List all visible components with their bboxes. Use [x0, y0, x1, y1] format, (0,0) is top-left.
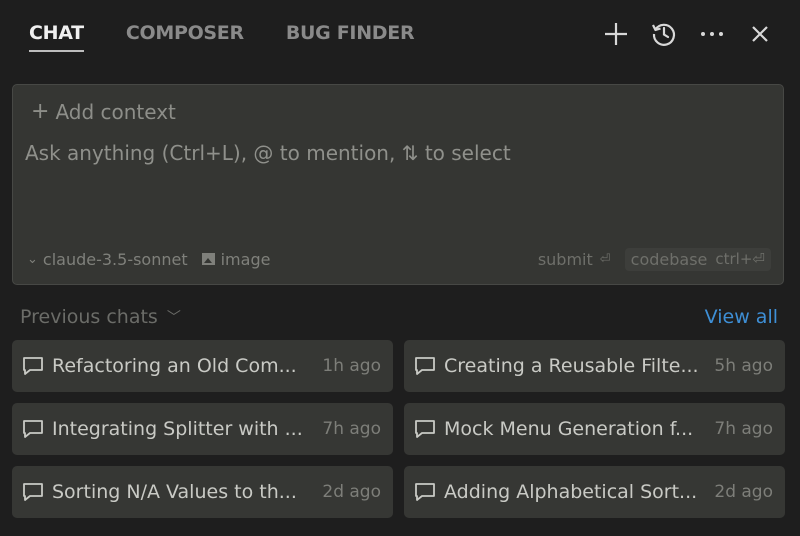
close-button[interactable]	[746, 17, 774, 51]
chat-timestamp: 1h ago	[322, 356, 381, 376]
chat-timestamp: 2d ago	[714, 482, 773, 502]
chat-title: Mock Menu Generation f...	[444, 418, 694, 440]
panel-header: CHAT COMPOSER BUG FINDER	[0, 0, 800, 72]
new-chat-button[interactable]	[602, 17, 630, 51]
return-key-icon: ⏎	[599, 251, 611, 267]
codebase-button[interactable]: codebase ctrl+⏎	[624, 247, 771, 271]
codebase-shortcut: ctrl+⏎	[715, 250, 765, 268]
chat-title: Creating a Reusable Filte...	[444, 355, 699, 377]
image-label: image	[220, 249, 271, 269]
add-context-button[interactable]: + Add context	[31, 100, 176, 124]
chat-item[interactable]: Sorting N/A Values to th... 2d ago	[12, 466, 393, 518]
chat-panel: CHAT COMPOSER BUG FINDER + Add context A…	[0, 0, 800, 536]
tab-bug-finder[interactable]: BUG FINDER	[286, 22, 415, 52]
view-all-link[interactable]: View all	[705, 306, 778, 328]
message-icon	[23, 357, 43, 375]
previous-chats-header: Previous chats ﹀ View all	[20, 303, 778, 331]
chat-item[interactable]: Refactoring an Old Com... 1h ago	[12, 340, 393, 392]
model-select[interactable]: ⌄ claude-3.5-sonnet	[27, 250, 188, 269]
chevron-down-icon: ⌄	[27, 251, 38, 267]
image-icon	[201, 253, 215, 265]
image-button[interactable]: image	[201, 249, 271, 269]
chat-timestamp: 5h ago	[714, 356, 773, 376]
model-label: claude-3.5-sonnet	[42, 249, 188, 269]
message-icon	[23, 420, 43, 438]
previous-chats-toggle[interactable]: Previous chats ﹀	[20, 306, 181, 328]
chat-item[interactable]: Creating a Reusable Filte... 5h ago	[404, 340, 785, 392]
message-icon	[415, 483, 435, 501]
chat-item[interactable]: Adding Alphabetical Sort... 2d ago	[404, 466, 785, 518]
prompt-input[interactable]: Ask anything (Ctrl+L), @ to mention, ⇅ t…	[25, 141, 765, 165]
tab-chat[interactable]: CHAT	[29, 22, 84, 52]
message-icon	[415, 357, 435, 375]
close-icon	[752, 26, 768, 42]
submit-label: submit	[537, 249, 593, 269]
chat-title: Refactoring an Old Com...	[52, 355, 297, 377]
history-icon	[652, 23, 676, 46]
tab-bar: CHAT COMPOSER BUG FINDER	[29, 22, 415, 52]
history-button[interactable]	[650, 17, 678, 51]
chat-title: Adding Alphabetical Sort...	[444, 481, 698, 503]
plus-icon	[605, 23, 627, 45]
codebase-label: codebase	[630, 249, 708, 269]
chat-input-panel: + Add context Ask anything (Ctrl+L), @ t…	[12, 84, 784, 285]
message-icon	[23, 483, 43, 501]
plus-icon: +	[31, 99, 50, 124]
chat-title: Sorting N/A Values to th...	[52, 481, 297, 503]
chat-title: Integrating Splitter with ...	[52, 418, 303, 440]
chat-item[interactable]: Mock Menu Generation f... 7h ago	[404, 403, 785, 455]
header-actions	[602, 17, 774, 51]
input-footer: ⌄ claude-3.5-sonnet image submit ⏎ codeb…	[27, 246, 771, 272]
tab-composer[interactable]: COMPOSER	[126, 22, 244, 52]
more-options-button[interactable]	[698, 17, 726, 51]
submit-button[interactable]: submit ⏎	[538, 250, 611, 269]
chat-timestamp: 7h ago	[322, 419, 381, 439]
chat-item[interactable]: Integrating Splitter with ... 7h ago	[12, 403, 393, 455]
more-icon	[701, 32, 723, 36]
previous-chats-title: Previous chats	[20, 306, 158, 328]
add-context-label: Add context	[55, 100, 176, 124]
chevron-down-icon: ﹀	[166, 310, 181, 326]
message-icon	[415, 420, 435, 438]
chat-timestamp: 2d ago	[322, 482, 381, 502]
chat-timestamp: 7h ago	[714, 419, 773, 439]
previous-chats-list: Refactoring an Old Com... 1h ago Creatin…	[12, 340, 785, 518]
